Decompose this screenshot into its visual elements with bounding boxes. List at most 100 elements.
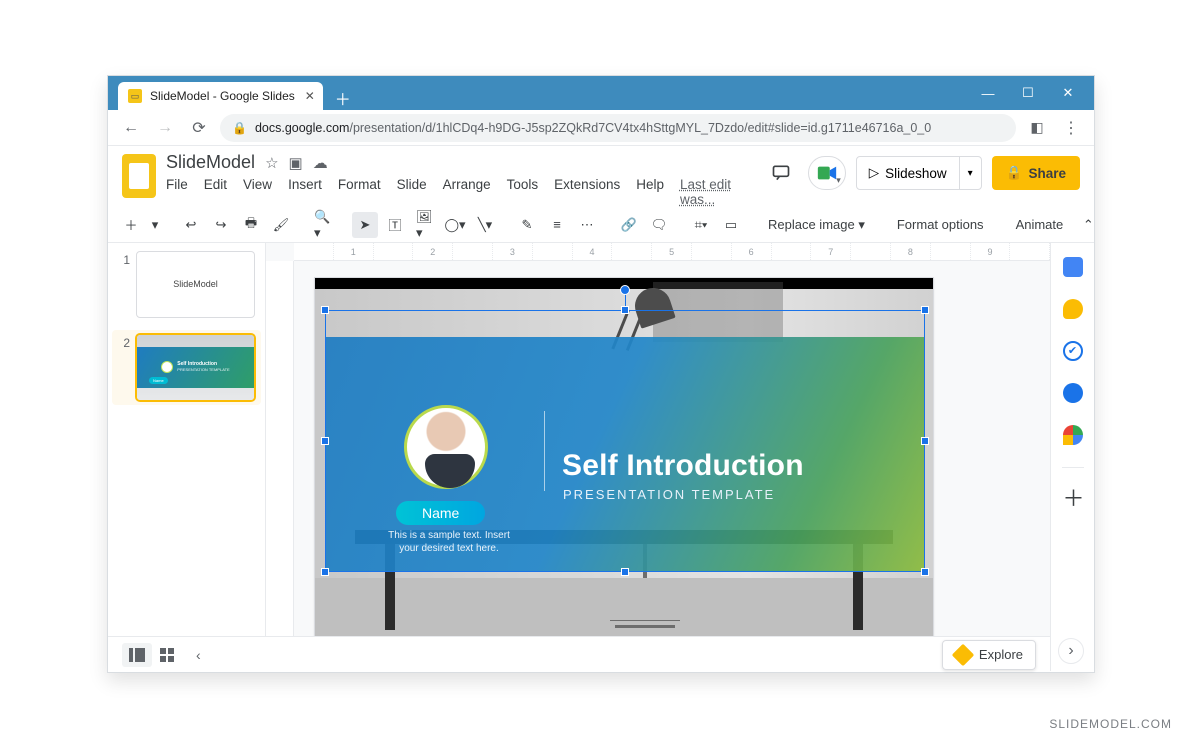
workspace: 1 SlideModel 2 Self Introduction PRESENT…: [108, 243, 1094, 671]
slideshow-split-button[interactable]: ▾: [959, 157, 981, 189]
resize-handle[interactable]: [621, 568, 629, 576]
menu-insert[interactable]: Insert: [288, 177, 322, 207]
hide-sidepanel-icon[interactable]: ›: [1058, 638, 1084, 664]
resize-handle[interactable]: [921, 568, 929, 576]
star-icon[interactable]: ☆: [265, 154, 278, 172]
thumbnail-row[interactable]: 2 Self Introduction PRESENTATION TEMPLAT…: [112, 330, 261, 405]
contacts-icon[interactable]: [1063, 383, 1083, 403]
menu-view[interactable]: View: [243, 177, 272, 207]
border-color-icon[interactable]: ✎: [514, 212, 540, 238]
slide-heading: Self Introduction: [562, 449, 804, 483]
nav-reload-icon[interactable]: ⟳: [186, 115, 212, 141]
textbox-icon[interactable]: 🅃: [382, 212, 408, 238]
name-pill: Name: [396, 501, 485, 525]
menu-edit[interactable]: Edit: [204, 177, 227, 207]
cloud-saved-icon[interactable]: ☁: [313, 154, 328, 172]
selected-image-object[interactable]: Name This is a sample text. Insert your …: [325, 310, 925, 572]
slide-canvas-area[interactable]: 123456789 Name This is a sample text. In…: [266, 243, 1050, 671]
animate-button[interactable]: Animate: [1008, 217, 1072, 232]
share-label: Share: [1028, 166, 1066, 181]
last-edit-link[interactable]: Last edit was...: [680, 177, 754, 207]
divider-line: [544, 411, 545, 491]
slides-favicon: ▭: [128, 89, 142, 103]
undo-icon[interactable]: ↩: [178, 212, 204, 238]
ruler-vertical: [266, 261, 294, 671]
border-dash-icon[interactable]: ⋯: [574, 212, 600, 238]
window-close-icon[interactable]: ✕: [1048, 76, 1088, 110]
resize-handle[interactable]: [921, 306, 929, 314]
install-app-icon[interactable]: ◧: [1024, 115, 1050, 141]
share-button[interactable]: 🔒 Share: [992, 156, 1080, 190]
slide-thumbnail-2[interactable]: Self Introduction PRESENTATION TEMPLATE …: [136, 334, 255, 401]
slides-logo-icon[interactable]: [122, 154, 156, 198]
keep-icon[interactable]: [1063, 299, 1083, 319]
slide-thumbnail-1[interactable]: SlideModel: [136, 251, 255, 318]
new-slide-button[interactable]: ＋: [118, 212, 144, 238]
shape-icon[interactable]: ◯▾: [442, 212, 468, 238]
document-title[interactable]: SlideModel: [166, 152, 255, 173]
image-icon[interactable]: 🖼▾: [412, 212, 438, 238]
redo-icon[interactable]: ↪: [208, 212, 234, 238]
border-weight-icon[interactable]: ≡: [544, 212, 570, 238]
link-icon[interactable]: 🔗: [616, 212, 642, 238]
explore-label: Explore: [979, 647, 1023, 662]
move-folder-icon[interactable]: ▣: [289, 154, 303, 172]
select-tool-icon[interactable]: ➤: [352, 212, 378, 238]
google-side-panel: ＋: [1050, 243, 1094, 671]
sample-text: This is a sample text. Insert your desir…: [384, 529, 514, 555]
format-options-button[interactable]: Format options: [889, 217, 992, 232]
menu-arrange[interactable]: Arrange: [443, 177, 491, 207]
grid-view-icon[interactable]: [152, 643, 182, 667]
slide-stage[interactable]: Name This is a sample text. Insert your …: [314, 277, 934, 647]
menu-format[interactable]: Format: [338, 177, 381, 207]
slideshow-label: Slideshow: [885, 166, 947, 181]
meet-button[interactable]: ▾: [808, 156, 846, 190]
filmstrip-view-icon[interactable]: [122, 643, 152, 667]
browser-address-bar: ← → ⟳ 🔒 docs.google.com/presentation/d/1…: [108, 110, 1094, 146]
new-tab-button[interactable]: ＋: [331, 86, 355, 110]
tasks-icon[interactable]: [1063, 341, 1083, 361]
resize-handle[interactable]: [921, 437, 929, 445]
calendar-icon[interactable]: [1063, 257, 1083, 277]
print-icon[interactable]: 🖶: [238, 212, 264, 238]
mask-icon[interactable]: ▭: [718, 212, 744, 238]
slide-number: 2: [118, 336, 130, 350]
lock-icon: 🔒: [232, 121, 247, 135]
addons-plus-icon[interactable]: ＋: [1063, 490, 1083, 510]
replace-image-button[interactable]: Replace image ▾: [760, 217, 873, 233]
slideshow-button[interactable]: ▷Slideshow ▾: [856, 156, 982, 190]
slide-subheading: PRESENTATION TEMPLATE: [563, 487, 775, 502]
window-minimize-icon[interactable]: ―: [968, 76, 1008, 110]
menu-slide[interactable]: Slide: [397, 177, 427, 207]
rotate-handle[interactable]: [620, 285, 630, 295]
menu-file[interactable]: File: [166, 177, 188, 207]
resize-handle[interactable]: [321, 568, 329, 576]
crop-icon[interactable]: ⌗▾: [688, 212, 714, 238]
paint-format-icon[interactable]: 🖌: [268, 212, 294, 238]
close-tab-icon[interactable]: ✕: [305, 89, 315, 103]
menu-bar: File Edit View Insert Format Slide Arran…: [166, 177, 754, 207]
maps-icon[interactable]: [1063, 425, 1083, 445]
zoom-button[interactable]: 🔍▾: [310, 212, 336, 238]
url-input[interactable]: 🔒 docs.google.com/presentation/d/1hlCDq4…: [220, 114, 1016, 142]
browser-menu-icon[interactable]: ⋮: [1058, 118, 1084, 138]
comments-icon[interactable]: [764, 156, 798, 190]
menu-help[interactable]: Help: [636, 177, 664, 207]
nav-forward-icon[interactable]: →: [152, 115, 178, 141]
explore-button[interactable]: Explore: [942, 640, 1036, 670]
collapse-panel-icon[interactable]: ‹: [196, 647, 201, 663]
line-icon[interactable]: ╲▾: [472, 212, 498, 238]
watermark: SLIDEMODEL.COM: [1049, 717, 1172, 731]
browser-tab[interactable]: ▭ SlideModel - Google Slides ✕: [118, 82, 323, 110]
window-maximize-icon[interactable]: ☐: [1008, 76, 1048, 110]
nav-back-icon[interactable]: ←: [118, 115, 144, 141]
resize-handle[interactable]: [321, 306, 329, 314]
collapse-toolbar-icon[interactable]: ⌃: [1075, 212, 1101, 238]
resize-handle[interactable]: [321, 437, 329, 445]
menu-tools[interactable]: Tools: [507, 177, 539, 207]
comment-icon[interactable]: 🗨: [646, 212, 672, 238]
thumbnail-row[interactable]: 1 SlideModel: [118, 251, 255, 318]
new-slide-dropdown[interactable]: ▾: [148, 212, 162, 238]
menu-extensions[interactable]: Extensions: [554, 177, 620, 207]
resize-handle[interactable]: [621, 306, 629, 314]
